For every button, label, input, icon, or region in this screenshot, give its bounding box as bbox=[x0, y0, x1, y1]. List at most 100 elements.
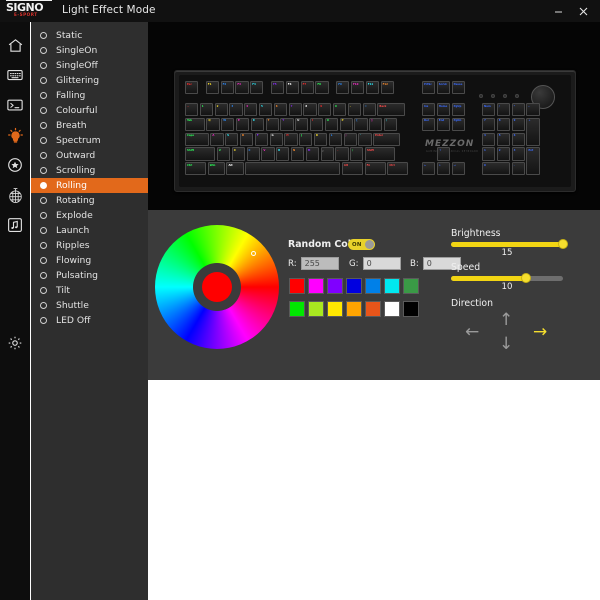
keyboard-key[interactable]: 7 bbox=[482, 117, 496, 131]
effect-radio[interactable] bbox=[40, 242, 47, 249]
keyboard-key[interactable]: L bbox=[328, 132, 342, 146]
keyboard-key[interactable]: Caps bbox=[185, 132, 209, 146]
keyboard-key[interactable]: D bbox=[239, 132, 254, 146]
keyboard-key[interactable]: * bbox=[511, 103, 525, 117]
keyboard-key[interactable]: ~ bbox=[185, 103, 199, 117]
keyboard-key[interactable]: / bbox=[350, 147, 364, 161]
keyboard-key[interactable]: X bbox=[231, 147, 245, 161]
keyboard-key[interactable]: End bbox=[436, 117, 450, 131]
keyboard-key[interactable]: N bbox=[290, 147, 305, 161]
keyboard-key[interactable]: V bbox=[261, 147, 275, 161]
effect-item-rolling[interactable]: Rolling bbox=[31, 178, 148, 193]
color-swatch-11[interactable] bbox=[365, 301, 381, 317]
keyboard-key[interactable]: Alt bbox=[226, 162, 244, 176]
effect-item-scrolling[interactable]: Scrolling bbox=[31, 163, 148, 178]
rail-item-keyboard[interactable] bbox=[0, 60, 30, 90]
keyboard-key[interactable]: T bbox=[265, 117, 279, 131]
hue-selection-marker[interactable] bbox=[251, 251, 256, 256]
effect-item-falling[interactable]: Falling bbox=[31, 88, 148, 103]
keyboard-key[interactable]: Tab bbox=[185, 117, 205, 131]
effect-radio[interactable] bbox=[40, 137, 47, 144]
keyboard-key[interactable]: [ bbox=[354, 117, 368, 131]
effect-item-pulsating[interactable]: Pulsating bbox=[31, 268, 148, 283]
effect-radio[interactable] bbox=[40, 107, 47, 114]
effect-item-ripples[interactable]: Ripples bbox=[31, 238, 148, 253]
g-input[interactable]: 0 bbox=[362, 257, 401, 270]
color-swatch-9[interactable] bbox=[327, 301, 343, 317]
keyboard-key[interactable]: ↓ bbox=[436, 162, 450, 176]
keyboard-key[interactable]: Home bbox=[436, 103, 450, 117]
keyboard-key[interactable]: I bbox=[310, 117, 324, 131]
keyboard-key[interactable]: . bbox=[335, 147, 349, 161]
speed-slider[interactable] bbox=[451, 273, 563, 284]
keyboard-key[interactable]: 3 bbox=[229, 103, 243, 117]
keyboard-key[interactable]: F9 bbox=[336, 81, 350, 95]
keyboard-key[interactable]: W bbox=[221, 117, 235, 131]
effect-radio[interactable] bbox=[40, 257, 47, 264]
color-swatch-5[interactable] bbox=[384, 278, 400, 294]
keyboard-key[interactable]: = bbox=[362, 103, 376, 117]
keyboard-key[interactable]: F3 bbox=[235, 81, 249, 95]
effect-item-singleoff[interactable]: SingleOff bbox=[31, 58, 148, 73]
minimize-button[interactable] bbox=[545, 0, 571, 22]
keyboard-key[interactable]: 6 bbox=[273, 103, 287, 117]
keyboard-key[interactable]: Win bbox=[207, 162, 225, 176]
effect-item-outward[interactable]: Outward bbox=[31, 148, 148, 163]
effect-radio[interactable] bbox=[40, 167, 47, 174]
color-swatch-12[interactable] bbox=[384, 301, 400, 317]
keyboard-key[interactable] bbox=[245, 162, 341, 176]
keyboard-key[interactable]: Pause bbox=[451, 81, 465, 95]
brightness-slider-handle[interactable] bbox=[558, 239, 568, 250]
keyboard-key[interactable]: 3 bbox=[511, 147, 525, 161]
keyboard-key[interactable]: K bbox=[313, 132, 328, 146]
effect-radio[interactable] bbox=[40, 32, 47, 39]
effect-item-explode[interactable]: Explode bbox=[31, 208, 148, 223]
keyboard-key[interactable]: - bbox=[526, 103, 540, 117]
close-button[interactable] bbox=[570, 0, 596, 22]
keyboard-key[interactable]: E bbox=[236, 117, 250, 131]
effect-item-led-off[interactable]: LED Off bbox=[31, 313, 148, 328]
color-swatch-2[interactable] bbox=[327, 278, 343, 294]
keyboard-key[interactable]: F5 bbox=[271, 81, 285, 95]
effect-radio[interactable] bbox=[40, 197, 47, 204]
rail-item-music[interactable] bbox=[0, 210, 30, 240]
keyboard-key[interactable]: F6 bbox=[285, 81, 299, 95]
color-swatch-8[interactable] bbox=[308, 301, 324, 317]
keyboard-key[interactable]: Q bbox=[206, 117, 220, 131]
keyboard-key[interactable]: , bbox=[320, 147, 334, 161]
keyboard-key[interactable]: 8 bbox=[496, 117, 510, 131]
keyboard-key[interactable]: F bbox=[254, 132, 268, 146]
keyboard-key[interactable]: PgDn bbox=[451, 117, 465, 131]
keyboard-key[interactable]: Alt bbox=[341, 162, 363, 176]
keyboard-key[interactable]: Ctrl bbox=[387, 162, 409, 176]
keyboard-key[interactable]: 9 bbox=[511, 117, 525, 131]
keyboard-key[interactable]: 1 bbox=[199, 103, 213, 117]
keyboard-key[interactable]: 7 bbox=[288, 103, 302, 117]
keyboard-key[interactable]: U bbox=[295, 117, 309, 131]
keyboard-key[interactable]: B bbox=[276, 147, 290, 161]
keyboard-key[interactable]: F10 bbox=[351, 81, 365, 95]
effect-item-static[interactable]: Static bbox=[31, 28, 148, 43]
effect-radio[interactable] bbox=[40, 272, 47, 279]
rail-item-lighting[interactable] bbox=[0, 120, 30, 150]
keyboard-key[interactable]: F4 bbox=[250, 81, 264, 95]
r-input[interactable]: 255 bbox=[300, 257, 339, 270]
rail-item-macro[interactable] bbox=[0, 90, 30, 120]
keyboard-key[interactable]: Y bbox=[280, 117, 294, 131]
keyboard-key[interactable]: → bbox=[451, 162, 465, 176]
keyboard-device[interactable]: MEZZON GAMING MECHANICAL KEYBOARD Esc F1 F… bbox=[174, 70, 576, 192]
effect-item-spectrum[interactable]: Spectrum bbox=[31, 133, 148, 148]
direction-down-arrow[interactable]: ↓ bbox=[499, 336, 513, 353]
keyboard-key[interactable]: ↑ bbox=[437, 147, 451, 161]
keyboard-key[interactable]: 4 bbox=[244, 103, 258, 117]
effect-item-rotating[interactable]: Rotating bbox=[31, 193, 148, 208]
direction-right-arrow[interactable]: → bbox=[533, 324, 547, 341]
effect-radio[interactable] bbox=[40, 212, 47, 219]
keyboard-key[interactable]: Esc bbox=[185, 81, 199, 95]
effect-item-breath[interactable]: Breath bbox=[31, 118, 148, 133]
keyboard-key[interactable]: Ins bbox=[422, 103, 436, 117]
effect-item-flowing[interactable]: Flowing bbox=[31, 253, 148, 268]
keyboard-key[interactable]: S bbox=[225, 132, 239, 146]
color-swatch-0[interactable] bbox=[289, 278, 305, 294]
keyboard-key[interactable]: F2 bbox=[220, 81, 234, 95]
